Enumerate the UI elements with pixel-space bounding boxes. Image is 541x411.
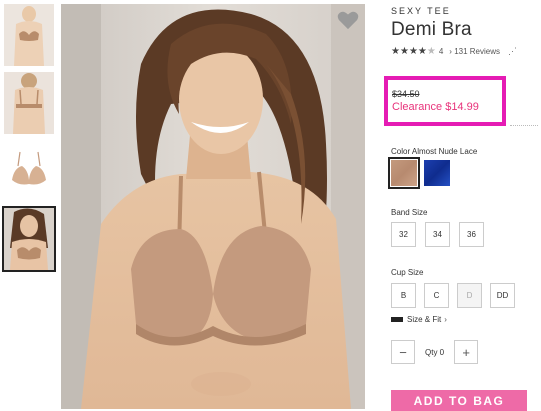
reviews-link[interactable]: › 131 Reviews: [449, 47, 500, 56]
cup-size-b[interactable]: B: [391, 283, 416, 308]
model-photo: [61, 4, 365, 409]
thumbnail-product-only[interactable]: [4, 140, 54, 202]
cup-size-options: B C D DD: [391, 283, 523, 308]
reviews-link-label: 131 Reviews: [454, 47, 500, 56]
rating-row: ★ ★ ★ ★ ★ 4 › 131 Reviews ⋰: [391, 46, 539, 57]
quantity-stepper: − Qty 0 +: [391, 340, 479, 364]
thumbnail-model-image: [4, 208, 54, 270]
price-highlight-box: $34.50 Clearance $14.99: [384, 76, 506, 126]
star-icon: ★: [391, 45, 400, 57]
size-fit-label: Size & Fit: [407, 315, 442, 324]
size-fit-link[interactable]: Size & Fit ›: [391, 315, 447, 324]
chevron-right-icon: ›: [444, 315, 447, 324]
cup-size-d[interactable]: D: [457, 283, 482, 308]
quantity-decrease-button[interactable]: −: [391, 340, 415, 364]
quantity-increase-button[interactable]: +: [454, 340, 479, 364]
swatch-almost-nude-lace[interactable]: [388, 157, 420, 189]
product-collection: SEXY TEE: [391, 6, 451, 16]
thumbnail-back-image: [4, 72, 54, 134]
clearance-price: Clearance $14.99: [392, 101, 479, 113]
band-size-34[interactable]: 34: [425, 222, 450, 247]
cup-size-dd[interactable]: DD: [490, 283, 515, 308]
swatch-blue[interactable]: [424, 160, 450, 186]
thumbnail-front-image: [4, 4, 54, 66]
band-size-36[interactable]: 36: [459, 222, 484, 247]
band-size-options: 32 34 36: [391, 222, 493, 247]
quantity-value: Qty 0: [425, 347, 445, 357]
star-icon: ★: [426, 45, 436, 57]
rating-count: 4: [438, 47, 444, 56]
thumbnail-back-view[interactable]: [4, 72, 54, 134]
color-swatches: [388, 157, 457, 189]
ruler-icon: [391, 317, 403, 322]
star-icon: ★: [408, 45, 418, 57]
product-details: SEXY TEE Demi Bra ★ ★ ★ ★ ★ 4 › 131 Reviews …: [391, 6, 539, 57]
product-title: Demi Bra: [391, 19, 472, 40]
share-icon[interactable]: ⋰: [508, 46, 517, 57]
cup-size-c[interactable]: C: [424, 283, 449, 308]
band-size-32[interactable]: 32: [391, 222, 416, 247]
star-rating[interactable]: ★ ★ ★ ★ ★: [391, 45, 436, 57]
main-product-image: [61, 4, 365, 409]
color-label: Color Almost Nude Lace: [391, 147, 478, 156]
add-to-bag-button[interactable]: ADD TO BAG: [391, 390, 527, 411]
thumbnail-model-view[interactable]: [2, 206, 56, 272]
band-size-label: Band Size: [391, 208, 428, 217]
original-price: $34.50: [392, 89, 420, 99]
wishlist-heart-icon[interactable]: [337, 10, 359, 30]
star-icon: ★: [399, 45, 409, 57]
cup-size-label: Cup Size: [391, 268, 424, 277]
thumbnail-front-view[interactable]: [4, 4, 54, 66]
thumbnail-product-image: [4, 140, 54, 202]
star-icon: ★: [417, 45, 427, 57]
divider: [510, 125, 538, 126]
